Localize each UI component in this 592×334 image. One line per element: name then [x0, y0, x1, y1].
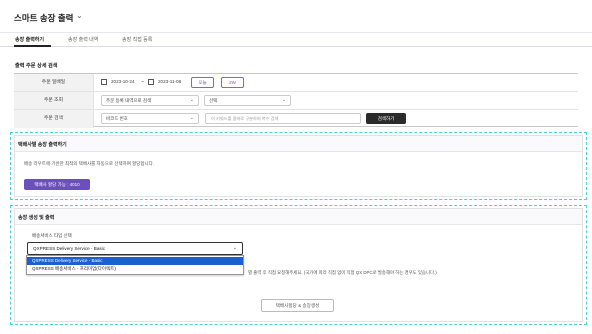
search-type-select[interactable]: 바코드 번호 ⌄ — [101, 113, 199, 124]
chevron-down-icon: ⌄ — [232, 245, 237, 251]
lookup-option-select[interactable]: 선택 ⌄ — [204, 95, 291, 106]
tab-print-history[interactable]: 송장 출력 내역 — [68, 36, 98, 43]
generate-invoice-button[interactable]: 택배사할당 & 송장생성 — [261, 299, 334, 312]
lookup-type-value: 주문 등록 내역으로 검색 — [106, 98, 152, 103]
lookup-type-select[interactable]: 주문 등록 내역으로 검색 ⌄ — [101, 95, 199, 106]
chevron-down-icon: ⌄ — [189, 97, 194, 103]
service-type-select[interactable]: QXPRESS Delivery Service - Basic ⌄ — [27, 242, 243, 255]
filter-row-search: 주문 검색 바코드 번호 ⌄ 이 키워드를 콤마로 구분하여 복수 검색 검색하… — [14, 110, 578, 128]
carrier-panel-description: 배송 라우트에 기반한 최적의 택배사를 자동으로 선택하여 할당합니다. — [24, 161, 155, 166]
search-section-title: 출력 주문 상세 검색 — [15, 63, 58, 69]
carrier-panel-header: 택배사별 송장 출력하기 — [15, 136, 582, 152]
search-input[interactable]: 이 키워드를 콤마로 구분하여 복수 검색 — [205, 113, 361, 124]
generate-panel-title: 송장 생성 및 출력 — [18, 215, 55, 221]
order-date-label: 주문 일배일 — [14, 74, 94, 91]
search-filter-table: 주문 일배일 2023-10-24 ~ 2023-11-08 오늘 2W 주문 … — [14, 73, 578, 128]
order-lookup-label: 주문 조회 — [14, 92, 94, 109]
shipping-notice: 별 출력 후 직접 요청해주세요. (국가에 따라 직접 없이 직접 QX DP… — [248, 270, 437, 275]
calendar-icon[interactable] — [101, 79, 107, 85]
lookup-option-value: 선택 — [209, 98, 218, 103]
filter-row-date: 주문 일배일 2023-10-24 ~ 2023-11-08 오늘 2W — [14, 74, 578, 92]
search-button[interactable]: 검색하기 — [366, 113, 406, 124]
order-search-label: 주문 검색 — [14, 110, 94, 128]
service-option[interactable]: QXPRESS 배송서비스 - 프리미엄(다이렉트) — [27, 265, 243, 273]
service-type-label: 배송서비스 타입 선택 — [32, 233, 72, 238]
carrier-panel-title: 택배사별 송장 출력하기 — [18, 142, 67, 148]
generate-panel-header: 송장 생성 및 출력 — [15, 209, 582, 225]
start-date-field[interactable]: 2023-10-24 — [111, 79, 135, 84]
chevron-down-icon: ⌄ — [189, 115, 194, 121]
top-bar: 스마트 송장 출력 ⌄ — [0, 0, 592, 33]
tab-print-invoice[interactable]: 송장 출력하기 — [15, 36, 44, 43]
end-date-field[interactable]: 2023-11-08 — [158, 79, 181, 84]
service-option[interactable]: QXPRESS Delivery Service - Basic — [27, 257, 243, 265]
page-title: 스마트 송장 출력 — [14, 13, 74, 23]
service-type-value: QXPRESS Delivery Service - Basic — [33, 246, 105, 251]
chevron-down-icon: ⌄ — [281, 97, 286, 103]
today-button[interactable]: 오늘 — [191, 77, 214, 88]
service-type-dropdown: QXPRESS Delivery Service - Basic QXPRESS… — [26, 255, 244, 275]
search-type-value: 바코드 번호 — [106, 116, 128, 121]
active-tab-indicator — [14, 45, 51, 47]
calendar-icon[interactable] — [148, 79, 154, 85]
date-separator: ~ — [141, 79, 144, 84]
tab-bar: 송장 출력하기 송장 출력 내역 송장 직접 등록 — [0, 33, 592, 47]
filter-row-lookup: 주문 조회 주문 등록 내역으로 검색 ⌄ 선택 ⌄ — [14, 92, 578, 110]
two-weeks-button[interactable]: 2W — [221, 77, 244, 88]
carrier-assign-button[interactable]: 택배사 할당 가능 : 4010 — [24, 179, 90, 190]
chevron-down-icon[interactable]: ⌄ — [76, 11, 83, 20]
tab-direct-register[interactable]: 송장 직접 등록 — [122, 36, 152, 43]
